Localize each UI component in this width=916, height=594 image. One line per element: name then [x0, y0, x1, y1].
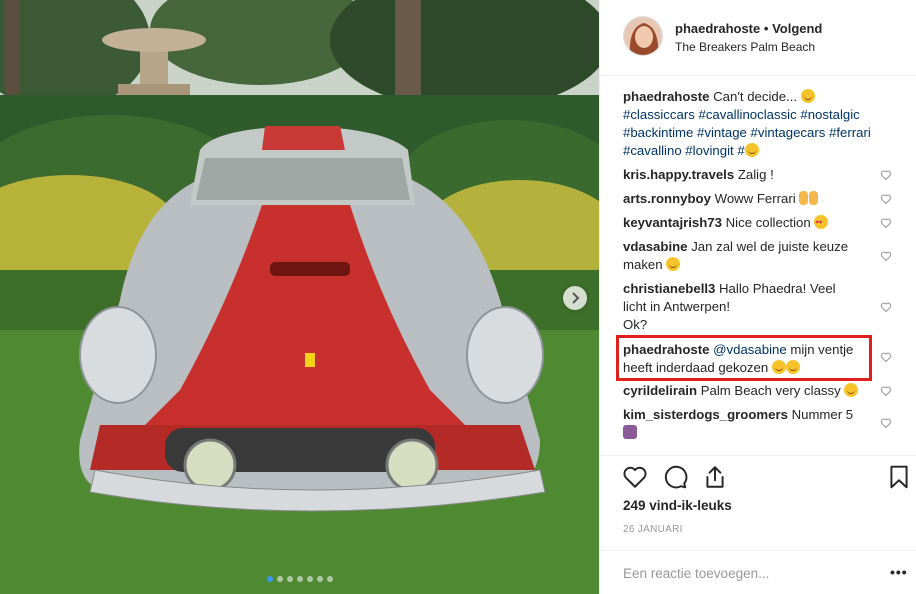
ferrari-photo [0, 0, 599, 594]
list-item: christianebell3 Hallo Phaedra! Veel lich… [623, 280, 878, 334]
carousel-dot [276, 576, 283, 582]
carousel-dots [0, 576, 599, 582]
post-header: phaedrahoste • Volgend The Breakers Palm… [600, 0, 916, 76]
ok-hand-emoji-icon [809, 191, 819, 205]
avatar[interactable] [623, 16, 663, 56]
like-heart-icon[interactable] [622, 464, 648, 490]
smile-emoji-icon [744, 143, 759, 157]
header-separator: • [763, 21, 769, 36]
location-link[interactable]: The Breakers Palm Beach [675, 40, 815, 54]
comment-input[interactable] [623, 563, 873, 583]
comment-text: mijn ventje [790, 342, 854, 357]
more-options-button[interactable]: ••• [890, 564, 908, 580]
wink-emoji-icon [771, 360, 786, 374]
comment-username[interactable]: christianebell3 [623, 281, 715, 296]
follow-status-button[interactable]: Volgend [772, 21, 822, 36]
comment-text: Hallo Phaedra! Veel [719, 281, 836, 296]
like-comment-heart-icon[interactable] [880, 301, 892, 313]
comment-username[interactable]: kris.happy.travels [623, 167, 734, 182]
carousel-dot [316, 576, 323, 582]
like-comment-heart-icon[interactable] [880, 417, 892, 429]
like-comment-heart-icon[interactable] [880, 250, 892, 262]
carousel-dot [266, 576, 273, 582]
next-photo-button[interactable] [563, 286, 587, 310]
comment-text: maken [623, 257, 663, 272]
comment-text: heeft inderdaad gekozen [623, 360, 769, 375]
profile-photo-icon [624, 17, 662, 55]
comment-username[interactable]: kim_sisterdogs_groomers [623, 407, 788, 422]
comment-mention[interactable]: @vdasabine [713, 342, 787, 357]
list-item: cyrildelirain Palm Beach very classy [623, 382, 878, 400]
comment-text: Jan zal wel de juiste keuze [691, 239, 849, 254]
carousel-dot [306, 576, 313, 582]
comment-username[interactable]: arts.ronnyboy [623, 191, 711, 206]
caption: phaedrahoste Can't decide... #classiccar… [623, 88, 878, 160]
like-comment-heart-icon[interactable] [880, 169, 892, 181]
caption-hashtags-3[interactable]: #cavallino #lovingit # [623, 143, 745, 158]
chevron-right-icon [572, 292, 580, 304]
caption-username[interactable]: phaedrahoste [623, 89, 709, 104]
list-item: kris.happy.travels Zalig ! [623, 166, 878, 184]
header-username[interactable]: phaedrahoste [675, 21, 760, 36]
comment-username[interactable]: vdasabine [623, 239, 688, 254]
list-item: phaedrahoste @vdasabine mijn ventje heef… [623, 341, 878, 377]
comments-list[interactable]: phaedrahoste Can't decide... #classiccar… [600, 86, 916, 454]
smile-emoji-icon [785, 360, 800, 374]
woman-tipping-hand-emoji-icon [623, 425, 637, 439]
caption-hashtags-1[interactable]: #classiccars #cavallinoclassic #nostalgi… [623, 107, 860, 122]
header-user-line: phaedrahoste • Volgend [675, 21, 822, 36]
comment-text: Ok? [623, 317, 648, 332]
like-comment-heart-icon[interactable] [880, 193, 892, 205]
comment-text: Nummer 5 [791, 407, 854, 422]
like-comment-heart-icon[interactable] [880, 385, 892, 397]
heart-eyes-emoji-icon [814, 214, 829, 232]
list-item: kim_sisterdogs_groomers Nummer 5 [623, 406, 878, 442]
list-item: arts.ronnyboy Woww Ferrari [623, 190, 878, 208]
like-comment-heart-icon[interactable] [880, 351, 892, 363]
share-icon[interactable] [702, 464, 728, 490]
comment-text: Palm Beach very classy [700, 383, 841, 398]
carousel-dot [296, 576, 303, 582]
comment-text: Nice collection [725, 215, 811, 230]
wink-emoji-icon [800, 89, 815, 103]
comment-text: Zalig ! [737, 167, 774, 182]
caption-text: Can't decide... [713, 89, 798, 104]
comment-bubble-icon[interactable] [662, 464, 688, 490]
comment-username[interactable]: phaedrahoste [623, 342, 709, 357]
list-item: keyvantajrish73 Nice collection [623, 214, 878, 232]
post-date: 26 JANUARI [623, 524, 683, 535]
comment-text: licht in Antwerpen! [623, 299, 731, 314]
add-comment-bar: ••• [600, 550, 916, 594]
caption-hashtags-2[interactable]: #backintime #vintage #vintagecars #ferra… [623, 125, 871, 140]
carousel-dot [286, 576, 293, 582]
ok-hand-emoji-icon [799, 191, 809, 205]
post-details-panel: phaedrahoste • Volgend The Breakers Palm… [599, 0, 916, 594]
carousel-dot [326, 576, 333, 582]
bookmark-icon[interactable] [886, 464, 912, 490]
grin-emoji-icon [844, 383, 859, 397]
post-image[interactable] [0, 0, 599, 594]
list-item: vdasabine Jan zal wel de juiste keuze ma… [623, 238, 878, 274]
comment-username[interactable]: cyrildelirain [623, 383, 697, 398]
like-comment-heart-icon[interactable] [880, 217, 892, 229]
action-bar [600, 455, 916, 495]
comment-username[interactable]: keyvantajrish73 [623, 215, 722, 230]
comment-text: Woww Ferrari [714, 191, 796, 206]
wink-emoji-icon [666, 257, 681, 271]
likes-count[interactable]: 249 vind-ik-leuks [623, 498, 732, 513]
